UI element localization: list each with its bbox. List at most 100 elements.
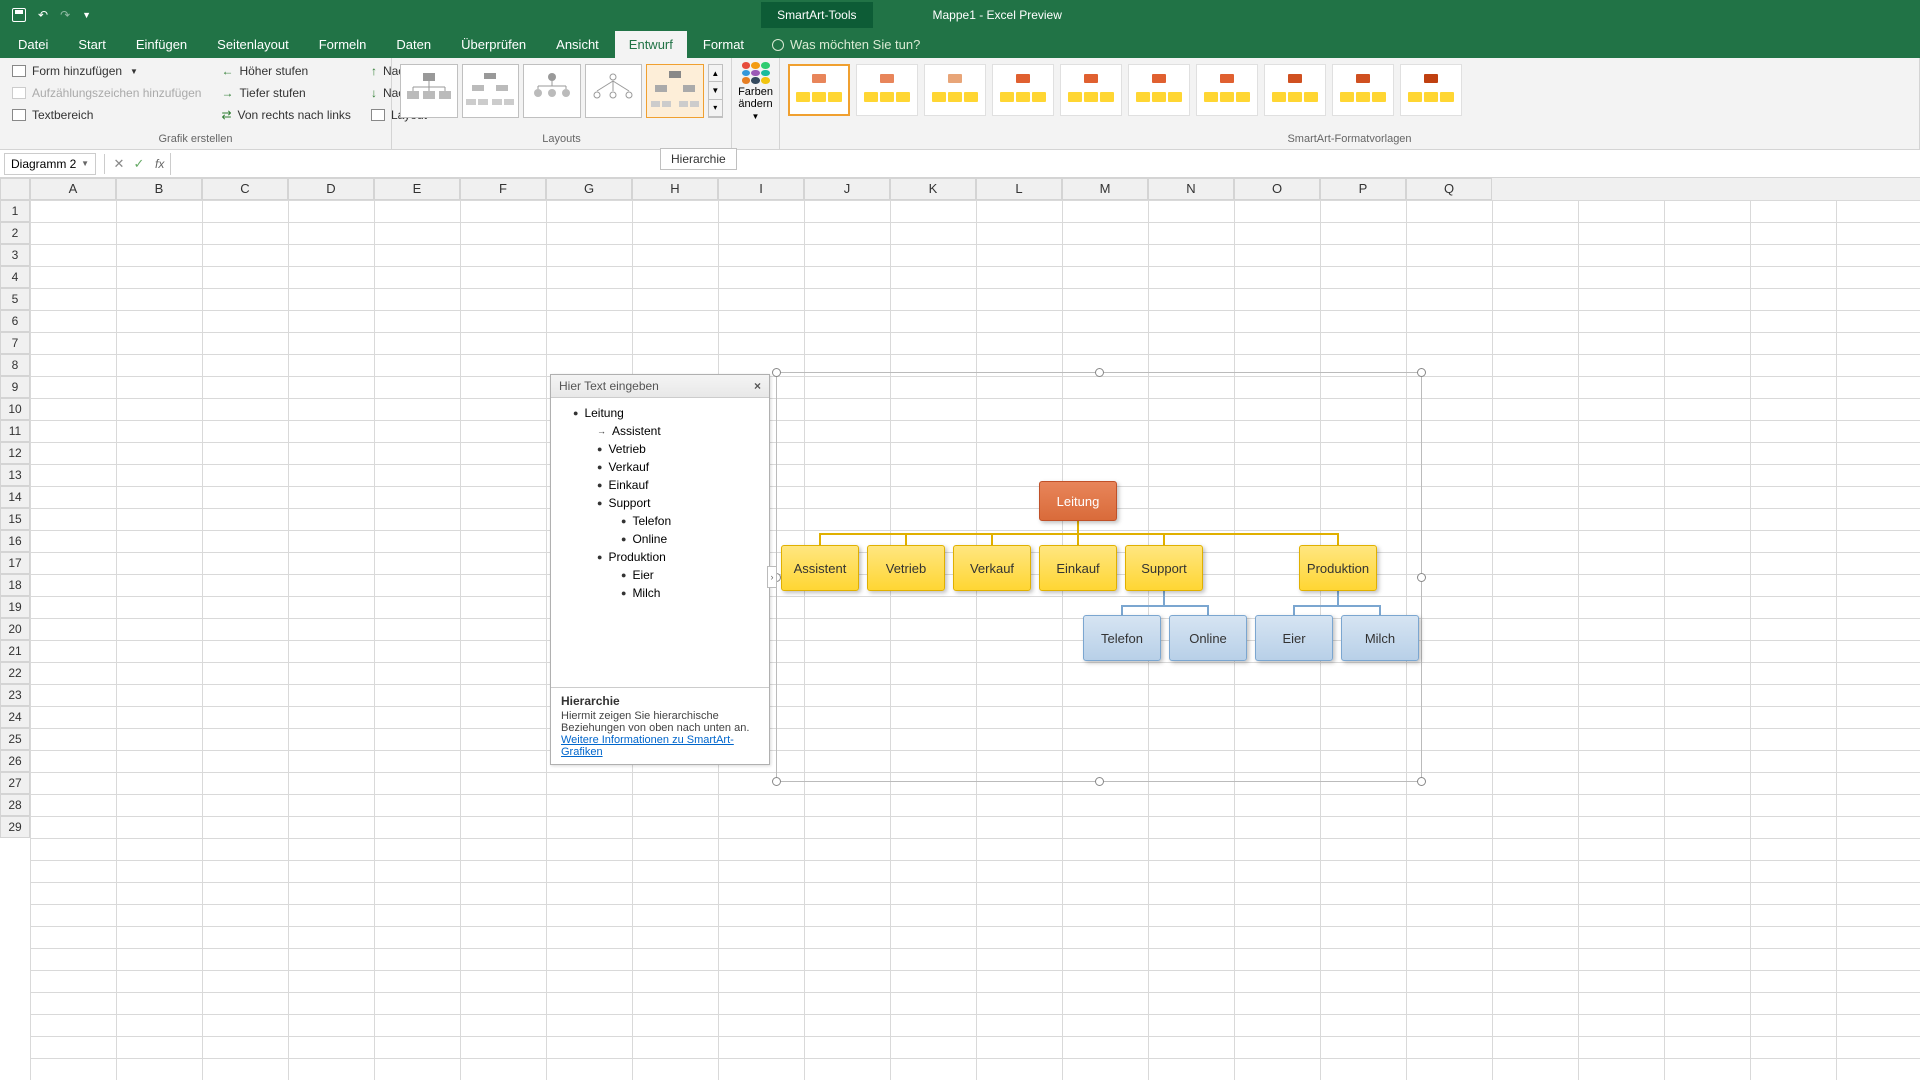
row-header[interactable]: 13 xyxy=(0,464,30,486)
tab-start[interactable]: Start xyxy=(64,31,119,58)
style-option[interactable] xyxy=(992,64,1054,116)
style-option[interactable] xyxy=(1264,64,1326,116)
column-header[interactable]: H xyxy=(632,178,718,200)
smartart-chart-frame[interactable]: › Leitung Assistent Vetrieb Verkauf Eink… xyxy=(776,372,1422,782)
style-option[interactable] xyxy=(788,64,850,116)
cancel-formula-button[interactable]: ✕ xyxy=(109,156,129,172)
node-verkauf[interactable]: Verkauf xyxy=(953,545,1031,591)
column-header[interactable]: B xyxy=(116,178,202,200)
row-header[interactable]: 24 xyxy=(0,706,30,728)
column-header[interactable]: D xyxy=(288,178,374,200)
text-pane-item[interactable]: ●Online xyxy=(561,530,759,548)
node-einkauf[interactable]: Einkauf xyxy=(1039,545,1117,591)
text-pane-body[interactable]: ●Leitung→Assistent●Vetrieb●Verkauf●Einka… xyxy=(551,398,769,688)
row-headers[interactable]: 1234567891011121314151617181920212223242… xyxy=(0,200,30,838)
expand-gallery-icon[interactable]: ▾ xyxy=(709,100,722,117)
resize-handle[interactable] xyxy=(772,368,781,377)
row-header[interactable]: 26 xyxy=(0,750,30,772)
column-header[interactable]: E xyxy=(374,178,460,200)
node-produktion[interactable]: Produktion xyxy=(1299,545,1377,591)
row-header[interactable]: 5 xyxy=(0,288,30,310)
tab-einfuegen[interactable]: Einfügen xyxy=(122,31,201,58)
change-colors-button[interactable]: Farben ändern ▼ xyxy=(738,62,773,121)
node-telefon[interactable]: Telefon xyxy=(1083,615,1161,661)
column-header[interactable]: C xyxy=(202,178,288,200)
column-header[interactable]: I xyxy=(718,178,804,200)
row-header[interactable]: 19 xyxy=(0,596,30,618)
redo-icon[interactable]: ↷ xyxy=(60,8,70,22)
node-eier[interactable]: Eier xyxy=(1255,615,1333,661)
text-pane-item[interactable]: ●Telefon xyxy=(561,512,759,530)
style-option[interactable] xyxy=(924,64,986,116)
row-header[interactable]: 17 xyxy=(0,552,30,574)
row-header[interactable]: 14 xyxy=(0,486,30,508)
row-header[interactable]: 18 xyxy=(0,574,30,596)
style-option[interactable] xyxy=(1400,64,1462,116)
text-pane-item[interactable]: ●Support xyxy=(561,494,759,512)
node-assistent[interactable]: Assistent xyxy=(781,545,859,591)
style-option[interactable] xyxy=(1128,64,1190,116)
more-info-link[interactable]: Weitere Informationen zu SmartArt-Grafik… xyxy=(561,734,734,758)
fx-label[interactable]: fx xyxy=(155,157,164,171)
layout-option-5-hovered[interactable] xyxy=(646,64,704,118)
layouts-gallery-scroll[interactable]: ▲ ▼ ▾ xyxy=(708,64,723,118)
resize-handle[interactable] xyxy=(1095,368,1104,377)
qat-dropdown-icon[interactable]: ▼ xyxy=(82,10,91,20)
hoeher-stufen-button[interactable]: ←Höher stufen xyxy=(217,62,354,80)
textbereich-button[interactable]: Textbereich xyxy=(8,106,205,124)
row-header[interactable]: 9 xyxy=(0,376,30,398)
tab-formeln[interactable]: Formeln xyxy=(305,31,381,58)
text-pane-item[interactable]: →Assistent xyxy=(561,422,759,440)
resize-handle[interactable] xyxy=(1417,573,1426,582)
row-header[interactable]: 10 xyxy=(0,398,30,420)
name-box[interactable]: Diagramm 2 ▼ xyxy=(4,153,96,175)
style-option[interactable] xyxy=(856,64,918,116)
row-header[interactable]: 12 xyxy=(0,442,30,464)
layout-option-1[interactable] xyxy=(400,64,458,118)
row-header[interactable]: 27 xyxy=(0,772,30,794)
spreadsheet-grid[interactable]: ABCDEFGHIJKLMNOPQ 1234567891011121314151… xyxy=(0,178,1920,1080)
tab-ansicht[interactable]: Ansicht xyxy=(542,31,613,58)
style-option[interactable] xyxy=(1196,64,1258,116)
tiefer-stufen-button[interactable]: →Tiefer stufen xyxy=(217,84,354,102)
row-header[interactable]: 16 xyxy=(0,530,30,552)
undo-icon[interactable]: ↶ xyxy=(38,8,48,22)
row-header[interactable]: 8 xyxy=(0,354,30,376)
row-header[interactable]: 6 xyxy=(0,310,30,332)
node-vetrieb[interactable]: Vetrieb xyxy=(867,545,945,591)
column-header[interactable]: F xyxy=(460,178,546,200)
select-all-corner[interactable] xyxy=(0,178,30,200)
close-icon[interactable]: × xyxy=(754,379,761,393)
tellme-search[interactable]: Was möchten Sie tun? xyxy=(760,31,932,58)
row-header[interactable]: 7 xyxy=(0,332,30,354)
row-header[interactable]: 23 xyxy=(0,684,30,706)
row-header[interactable]: 2 xyxy=(0,222,30,244)
tab-format[interactable]: Format xyxy=(689,31,758,58)
row-header[interactable]: 22 xyxy=(0,662,30,684)
layout-option-3[interactable] xyxy=(523,64,581,118)
scroll-down-icon[interactable]: ▼ xyxy=(709,82,722,99)
layout-option-4[interactable] xyxy=(585,64,643,118)
column-header[interactable]: Q xyxy=(1406,178,1492,200)
scroll-up-icon[interactable]: ▲ xyxy=(709,65,722,82)
node-online[interactable]: Online xyxy=(1169,615,1247,661)
row-header[interactable]: 3 xyxy=(0,244,30,266)
resize-handle[interactable] xyxy=(1095,777,1104,786)
formula-input[interactable] xyxy=(170,153,1920,175)
smartart-text-pane[interactable]: Hier Text eingeben × ●Leitung→Assistent●… xyxy=(550,374,770,765)
text-pane-item[interactable]: ●Eier xyxy=(561,566,759,584)
resize-handle[interactable] xyxy=(772,777,781,786)
node-leitung[interactable]: Leitung xyxy=(1039,481,1117,521)
column-header[interactable]: M xyxy=(1062,178,1148,200)
chevron-down-icon[interactable]: ▼ xyxy=(81,159,89,168)
expand-textpane-tab[interactable]: › xyxy=(767,566,777,588)
column-header[interactable]: J xyxy=(804,178,890,200)
column-headers[interactable]: ABCDEFGHIJKLMNOPQ xyxy=(30,178,1920,200)
text-pane-item[interactable]: ●Vetrieb xyxy=(561,440,759,458)
column-header[interactable]: N xyxy=(1148,178,1234,200)
row-header[interactable]: 11 xyxy=(0,420,30,442)
save-icon[interactable] xyxy=(12,8,26,22)
node-support[interactable]: Support xyxy=(1125,545,1203,591)
row-header[interactable]: 21 xyxy=(0,640,30,662)
resize-handle[interactable] xyxy=(1417,368,1426,377)
